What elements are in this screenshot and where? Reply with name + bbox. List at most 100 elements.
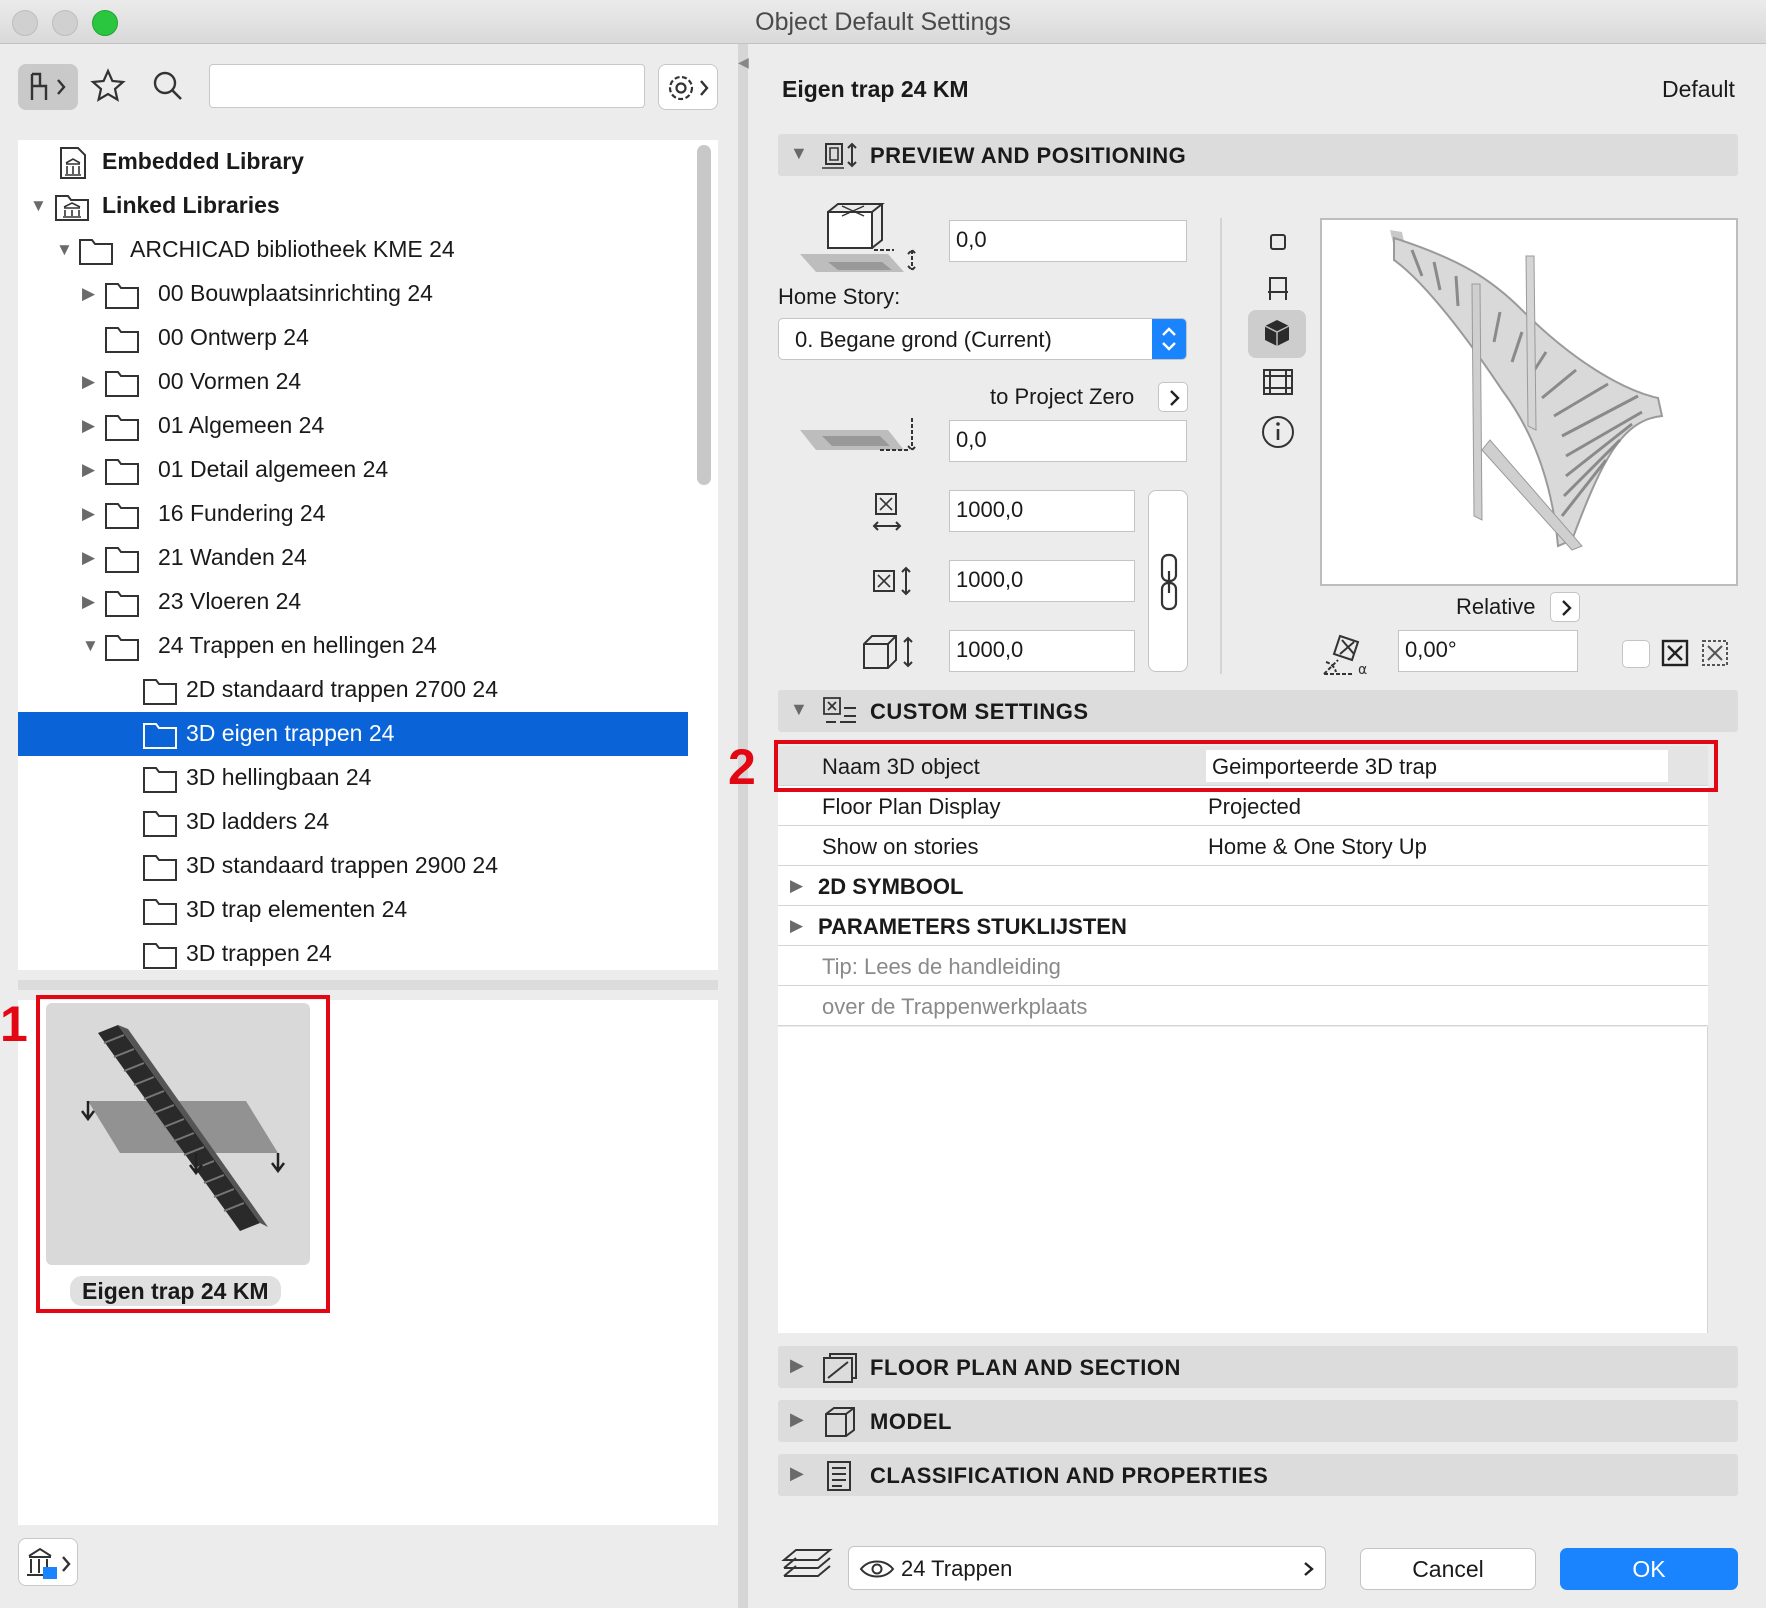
library-settings-button[interactable] [658, 64, 718, 110]
tree-folder[interactable]: ▶ 01 Detail algemeen 24 [18, 448, 688, 492]
folder-icon [105, 371, 139, 397]
tree-folder[interactable]: ▶ 00 Vormen 24 [18, 360, 688, 404]
disclosure-closed-icon[interactable]: ▶ [790, 876, 803, 896]
chain-link-icon [1160, 553, 1178, 611]
z-size-icon [863, 635, 913, 669]
section-classification-and-properties[interactable]: ▶ CLASSIFICATION AND PROPERTIES [778, 1454, 1738, 1496]
param-group-title: PARAMETERS STUKLIJSTEN [818, 914, 1127, 939]
disclosure-closed-icon[interactable]: ▶ [82, 284, 95, 304]
layer-selector[interactable]: 24 Trappen [848, 1546, 1326, 1590]
tree-label: 24 Trappen en hellingen 24 [158, 632, 437, 658]
disclosure-closed-icon[interactable]: ▶ [790, 1409, 804, 1430]
section-title: FLOOR PLAN AND SECTION [870, 1355, 1181, 1380]
folder-icon [143, 679, 177, 705]
mirror-dashed-icon[interactable] [1700, 638, 1730, 668]
tree-subfolder[interactable]: 3D ladders 24 [18, 800, 688, 844]
library-search-input[interactable] [209, 64, 645, 108]
section-custom-settings[interactable]: ▼ CUSTOM SETTINGS [778, 690, 1738, 732]
tree-folder[interactable]: ▶ 16 Fundering 24 [18, 492, 688, 536]
tree-label: 21 Wanden 24 [158, 544, 307, 570]
tree-item-linked-libraries[interactable]: ▼ Linked Libraries [18, 184, 688, 228]
panel-divider[interactable] [18, 980, 718, 990]
disclosure-closed-icon[interactable]: ▶ [82, 548, 95, 568]
tree-subfolder-selected[interactable]: 3D eigen trappen 24 [18, 712, 688, 756]
model-cube-icon [825, 1407, 855, 1437]
gear-icon [668, 75, 709, 101]
tree-subfolder[interactable]: 3D trap elementen 24 [18, 888, 688, 932]
ok-button[interactable]: OK [1560, 1548, 1738, 1590]
library-manager-button[interactable] [18, 1538, 78, 1586]
tree-label: 23 Vloeren 24 [158, 588, 302, 614]
disclosure-closed-icon[interactable]: ▶ [790, 916, 803, 936]
param-list-empty-area [778, 1027, 1708, 1333]
mirror-icon[interactable] [1660, 638, 1690, 668]
folder-icon [105, 591, 139, 617]
tree-subfolder[interactable]: 3D hellingbaan 24 [18, 756, 688, 800]
disclosure-open-icon[interactable]: ▼ [790, 699, 808, 720]
mirror-checkbox[interactable] [1622, 640, 1650, 668]
panel-splitter[interactable]: ◀ [738, 44, 749, 1608]
tree-subfolder[interactable]: 2D standaard trappen 2700 24 [18, 668, 688, 712]
elevation-input[interactable]: 0,0 [949, 220, 1187, 262]
proportion-lock-button[interactable] [1148, 490, 1188, 672]
x-size-input[interactable]: 1000,0 [949, 490, 1135, 532]
folder-icon [143, 767, 177, 793]
tree-subfolder[interactable]: 3D standaard trappen 2900 24 [18, 844, 688, 888]
y-size-input[interactable]: 1000,0 [949, 560, 1135, 602]
disclosure-closed-icon[interactable]: ▶ [82, 460, 95, 480]
library-manager-icon [27, 1547, 71, 1579]
disclosure-open-icon[interactable]: ▼ [82, 636, 99, 656]
param-group-parameters-stuklijsten[interactable]: ▶ PARAMETERS STUKLIJSTEN [778, 906, 1708, 946]
tree-folder[interactable]: ▶ 21 Wanden 24 [18, 536, 688, 580]
disclosure-closed-icon[interactable]: ▶ [82, 592, 95, 612]
to-project-zero-button[interactable] [1158, 382, 1188, 412]
select-stepper-icon[interactable] [1152, 319, 1186, 359]
param-row-show-on-stories[interactable]: Show on stories Home & One Story Up [778, 826, 1708, 866]
search-icon[interactable] [150, 68, 186, 104]
relative-button[interactable] [1550, 592, 1580, 622]
disclosure-closed-icon[interactable]: ▶ [790, 1463, 804, 1484]
object-browser-button[interactable] [18, 64, 78, 110]
tree-folder[interactable]: 00 Ontwerp 24 [18, 316, 688, 360]
disclosure-open-icon[interactable]: ▼ [790, 143, 808, 164]
disclosure-open-icon[interactable]: ▼ [30, 196, 47, 216]
tree-scrollbar[interactable] [697, 145, 711, 485]
cancel-button[interactable]: Cancel [1360, 1548, 1536, 1590]
tree-folder[interactable]: ▶ 00 Bouwplaatsinrichting 24 [18, 272, 688, 316]
disclosure-closed-icon[interactable]: ▶ [82, 504, 95, 524]
tree-item-archicad-library[interactable]: ▼ ARCHICAD bibliotheek KME 24 [18, 228, 688, 272]
disclosure-closed-icon[interactable]: ▶ [790, 1355, 804, 1376]
view-plan-button[interactable] [1260, 224, 1296, 260]
param-row-floor-plan-display[interactable]: Floor Plan Display Projected [778, 786, 1708, 826]
tree-label: 3D ladders 24 [186, 808, 330, 834]
section-floor-plan-and-section[interactable]: ▶ FLOOR PLAN AND SECTION [778, 1346, 1738, 1388]
folder-icon [105, 327, 139, 353]
tip-text: over de Trappenwerkplaats [822, 994, 1088, 1019]
section-model[interactable]: ▶ MODEL [778, 1400, 1738, 1442]
square-icon [1270, 234, 1286, 250]
info-button[interactable] [1260, 414, 1296, 450]
tree-folder[interactable]: ▶ 23 Vloeren 24 [18, 580, 688, 624]
tree-item-embedded-library[interactable]: Embedded Library [18, 140, 688, 184]
disclosure-closed-icon[interactable]: ▶ [82, 372, 95, 392]
3d-preview[interactable] [1320, 218, 1738, 586]
rotation-angle-input[interactable]: 0,00° [1398, 630, 1578, 672]
param-group-2d-symbool[interactable]: ▶ 2D SYMBOOL [778, 866, 1708, 906]
collapse-left-icon[interactable]: ◀ [738, 54, 749, 71]
preview-positioning-icon [822, 142, 857, 169]
section-preview-positioning[interactable]: ▼ PREVIEW AND POSITIONING [778, 134, 1738, 176]
tree-folder[interactable]: ▶ 01 Algemeen 24 [18, 404, 688, 448]
favorites-star-icon[interactable] [90, 68, 126, 104]
home-story-value: 0. Begane grond (Current) [795, 327, 1052, 352]
z-size-input[interactable]: 1000,0 [949, 630, 1135, 672]
disclosure-open-icon[interactable]: ▼ [56, 240, 73, 260]
disclosure-closed-icon[interactable]: ▶ [82, 416, 95, 436]
folder-icon [143, 811, 177, 837]
view-elevation-button[interactable] [1260, 364, 1296, 400]
view-section-button[interactable] [1260, 270, 1296, 306]
home-story-select[interactable]: 0. Begane grond (Current) [778, 318, 1187, 360]
project-zero-input[interactable]: 0,0 [949, 420, 1187, 462]
view-3d-button[interactable] [1248, 310, 1306, 358]
tree-subfolder[interactable]: 3D trappen 24 [18, 932, 688, 970]
tree-folder[interactable]: ▼ 24 Trappen en hellingen 24 [18, 624, 688, 668]
